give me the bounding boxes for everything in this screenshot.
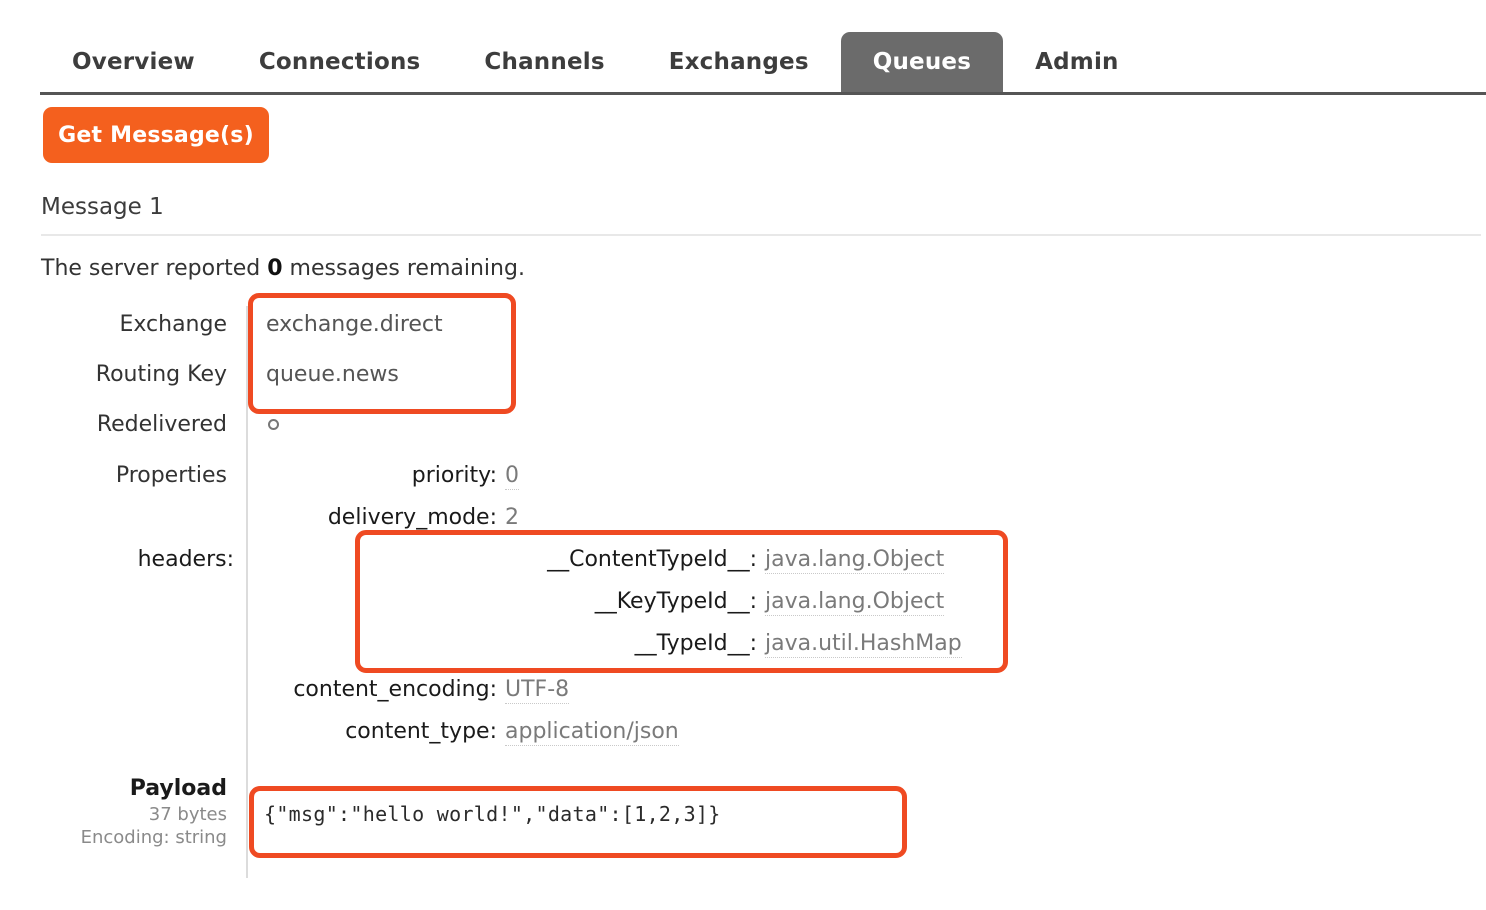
tab-connections[interactable]: Connections bbox=[227, 32, 453, 92]
payload-label-block: Payload 37 bytes Encoding: string bbox=[0, 775, 227, 849]
header-key: __KeyTypeId__: bbox=[594, 589, 757, 614]
payload-encoding: Encoding: string bbox=[80, 826, 227, 848]
property-key: headers: bbox=[137, 547, 234, 572]
header-value: java.lang.Object bbox=[765, 589, 945, 617]
exchange-label: Exchange bbox=[119, 312, 228, 337]
property-value: 2 bbox=[505, 505, 519, 533]
properties-label: Properties bbox=[115, 463, 227, 488]
main-navigation-bar: Overview Connections Channels Exchanges … bbox=[0, 0, 1486, 95]
tab-exchanges[interactable]: Exchanges bbox=[637, 32, 841, 92]
property-value: application/json bbox=[505, 719, 679, 747]
server-report-prefix: The server reported bbox=[41, 256, 268, 281]
messages-remaining-count: 0 bbox=[267, 256, 283, 281]
routing-key-label: Routing Key bbox=[95, 362, 227, 387]
get-messages-button[interactable]: Get Message(s) bbox=[43, 107, 269, 163]
payload-value: {"msg":"hello world!","data":[1,2,3]} bbox=[264, 802, 721, 826]
exchange-value: exchange.direct bbox=[266, 312, 443, 337]
property-value: UTF-8 bbox=[505, 677, 570, 705]
header-key: __TypeId__: bbox=[634, 631, 757, 656]
tab-overview[interactable]: Overview bbox=[40, 32, 227, 92]
header-key: __ContentTypeId__: bbox=[547, 547, 757, 572]
message-heading: Message 1 bbox=[41, 194, 1481, 236]
property-key: content_encoding: bbox=[293, 677, 497, 702]
server-report-suffix: messages remaining. bbox=[282, 256, 525, 281]
payload-label: Payload bbox=[129, 776, 227, 801]
tab-admin[interactable]: Admin bbox=[1003, 32, 1151, 92]
tab-channels[interactable]: Channels bbox=[452, 32, 636, 92]
header-value: java.lang.Object bbox=[765, 547, 945, 575]
property-key: content_type: bbox=[345, 719, 497, 744]
routing-key-value: queue.news bbox=[266, 362, 399, 387]
property-value: 0 bbox=[505, 463, 519, 491]
message-detail-panel: Exchange exchange.direct Routing Key que… bbox=[0, 300, 1486, 880]
tab-list: Overview Connections Channels Exchanges … bbox=[40, 32, 1151, 92]
tabbar-underline bbox=[40, 92, 1486, 95]
redelivered-label: Redelivered bbox=[96, 412, 227, 437]
tab-queues[interactable]: Queues bbox=[840, 32, 1004, 92]
payload-size: 37 bytes bbox=[148, 803, 227, 825]
property-key: delivery_mode: bbox=[327, 505, 497, 530]
redelivered-false-icon bbox=[268, 419, 279, 430]
detail-divider bbox=[246, 306, 248, 878]
property-key: priority: bbox=[411, 463, 497, 488]
server-report-text: The server reported 0 messages remaining… bbox=[41, 255, 525, 283]
header-value: java.util.HashMap bbox=[765, 631, 962, 659]
